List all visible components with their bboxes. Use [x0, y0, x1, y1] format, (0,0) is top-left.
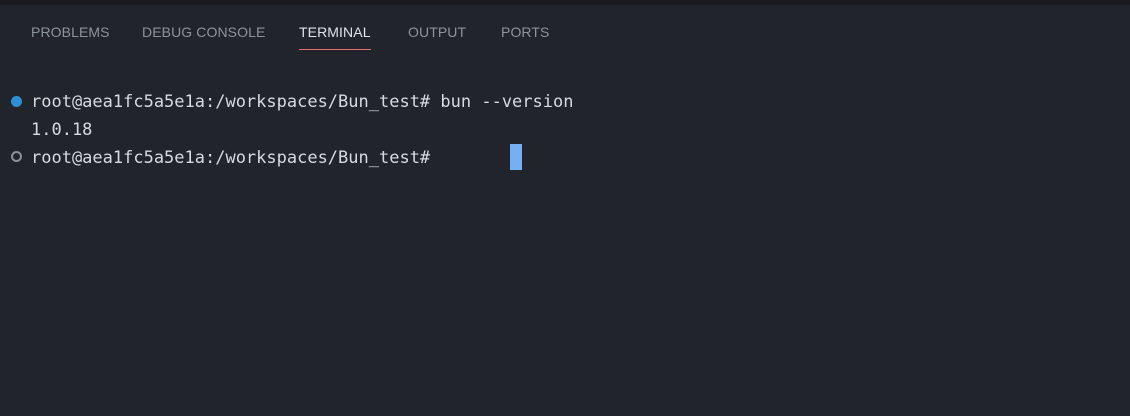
panel-tab-bar: PROBLEMS DEBUG CONSOLE TERMINAL OUTPUT P…: [0, 5, 1130, 55]
command-success-decoration-icon[interactable]: [11, 96, 22, 107]
terminal-line-command: root@aea1fc5a5e1a:/workspaces/Bun_test# …: [31, 91, 573, 113]
tab-debug-console-label: DEBUG CONSOLE: [142, 24, 266, 40]
terminal-panel: PROBLEMS DEBUG CONSOLE TERMINAL OUTPUT P…: [0, 5, 1130, 416]
tab-ports[interactable]: PORTS: [501, 23, 549, 51]
terminal-prompt-current: root@aea1fc5a5e1a:/workspaces/Bun_test#: [31, 148, 431, 168]
tab-debug-console[interactable]: DEBUG CONSOLE: [142, 23, 265, 51]
terminal-command: bun --version: [430, 92, 574, 112]
terminal-output-text: 1.0.18: [31, 120, 93, 140]
tab-problems[interactable]: PROBLEMS: [31, 23, 110, 51]
terminal-output-area[interactable]: root@aea1fc5a5e1a:/workspaces/Bun_test# …: [0, 81, 1130, 381]
tab-problems-label: PROBLEMS: [31, 24, 110, 40]
tab-ports-label: PORTS: [501, 24, 550, 40]
command-default-decoration-icon[interactable]: [11, 151, 22, 162]
tab-terminal[interactable]: TERMINAL: [299, 23, 371, 51]
tab-terminal-label: TERMINAL: [299, 24, 371, 40]
active-tab-indicator: [299, 49, 371, 50]
terminal-input: [430, 148, 440, 168]
terminal-prompt: root@aea1fc5a5e1a:/workspaces/Bun_test#: [31, 92, 431, 112]
terminal-cursor: [510, 144, 522, 170]
terminal-line-output: 1.0.18: [31, 119, 92, 141]
tab-output-label: OUTPUT: [408, 24, 467, 40]
terminal-line-prompt: root@aea1fc5a5e1a:/workspaces/Bun_test#: [31, 147, 440, 169]
tab-output[interactable]: OUTPUT: [408, 23, 466, 51]
